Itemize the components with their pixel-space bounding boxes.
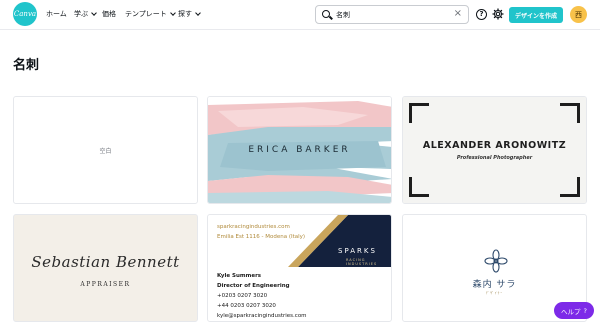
chevron-down-icon xyxy=(91,9,97,16)
phone-text: +44 0203 0207 3020 xyxy=(217,303,276,309)
flower-logo-icon xyxy=(484,249,508,273)
address-text: Emilia Est 1116 - Modena (Italy) xyxy=(217,234,306,240)
nav-learn[interactable]: 学ぶ xyxy=(74,9,97,19)
brand-subtitle-text: RACING INDUSTRIES xyxy=(346,258,378,266)
template-card-sebastian-bennett[interactable]: Sebastian Bennett APPRAISER xyxy=(13,214,198,322)
nav-templates-label: テンプレート xyxy=(125,10,167,18)
card-subtitle-text: Professional Photographer xyxy=(456,155,533,161)
nav-discover[interactable]: 探す xyxy=(178,9,201,19)
nav-pricing-label: 価格 xyxy=(102,10,116,18)
canva-logo[interactable]: Canva xyxy=(13,2,37,26)
corner-frame-decoration xyxy=(409,177,429,197)
contact-name-text: Kyle Summers xyxy=(217,273,262,279)
page-title: 名刺 xyxy=(13,58,40,73)
corner-frame-decoration xyxy=(560,103,580,123)
search-icon xyxy=(322,10,330,18)
template-card-sparks[interactable]: sparkracingindustries.com Emilia Est 111… xyxy=(207,214,392,322)
nav-pricing[interactable]: 価格 xyxy=(102,9,116,19)
top-nav-bar: Canva ホーム 学ぶ 価格 テンプレート 探す 名刺 × ? デザインを作成… xyxy=(0,0,600,30)
corner-frame-decoration xyxy=(409,103,429,123)
search-input[interactable]: 名刺 × xyxy=(315,5,469,24)
help-icon[interactable]: ? xyxy=(476,9,487,20)
blank-label: 空白 xyxy=(99,148,112,155)
chevron-down-icon xyxy=(195,9,201,16)
template-card-alexander-aronowitz[interactable]: ALEXANDER ARONOWITZ Professional Photogr… xyxy=(402,96,587,204)
nav-templates[interactable]: テンプレート xyxy=(125,9,176,19)
chevron-down-icon xyxy=(169,9,176,16)
phone-text: +0203 0207 3020 xyxy=(217,293,268,299)
card-name-text: Sebastian Bennett xyxy=(31,253,180,271)
card-role-text: APPRAISER xyxy=(80,281,131,288)
nav-home-label: ホーム xyxy=(46,10,67,18)
brand-text: SPARKS xyxy=(338,247,377,255)
website-text: sparkracingindustries.com xyxy=(217,224,290,230)
search-value: 名刺 xyxy=(336,11,350,19)
card-name-text: ERICA BARKER xyxy=(248,145,351,155)
card-subtitle-text: ﾃﾞｻﾞｲﾅｰ xyxy=(485,291,504,295)
email-text: kyle@sparkracingindustries.com xyxy=(217,313,307,319)
help-button-label: ヘルプ xyxy=(561,307,581,316)
close-icon[interactable]: × xyxy=(454,8,462,19)
question-icon: ? xyxy=(583,306,587,315)
nav-discover-label: 探す xyxy=(178,10,192,18)
template-card-blank[interactable]: 空白 xyxy=(13,96,198,204)
nav-learn-label: 学ぶ xyxy=(74,10,88,18)
nav-home[interactable]: ホーム xyxy=(46,9,67,19)
card-name-text: ALEXANDER ARONOWITZ xyxy=(422,140,567,151)
avatar[interactable]: 西 xyxy=(570,6,587,23)
gear-icon[interactable] xyxy=(492,8,504,20)
help-button[interactable]: ヘルプ ? xyxy=(554,302,594,319)
corner-frame-decoration xyxy=(560,177,580,197)
contact-title-text: Director of Engineering xyxy=(217,283,290,289)
create-design-button[interactable]: デザインを作成 xyxy=(509,7,563,23)
card-name-text: 森内 サラ xyxy=(472,280,517,290)
template-card-erica-barker[interactable]: ERICA BARKER xyxy=(207,96,392,204)
